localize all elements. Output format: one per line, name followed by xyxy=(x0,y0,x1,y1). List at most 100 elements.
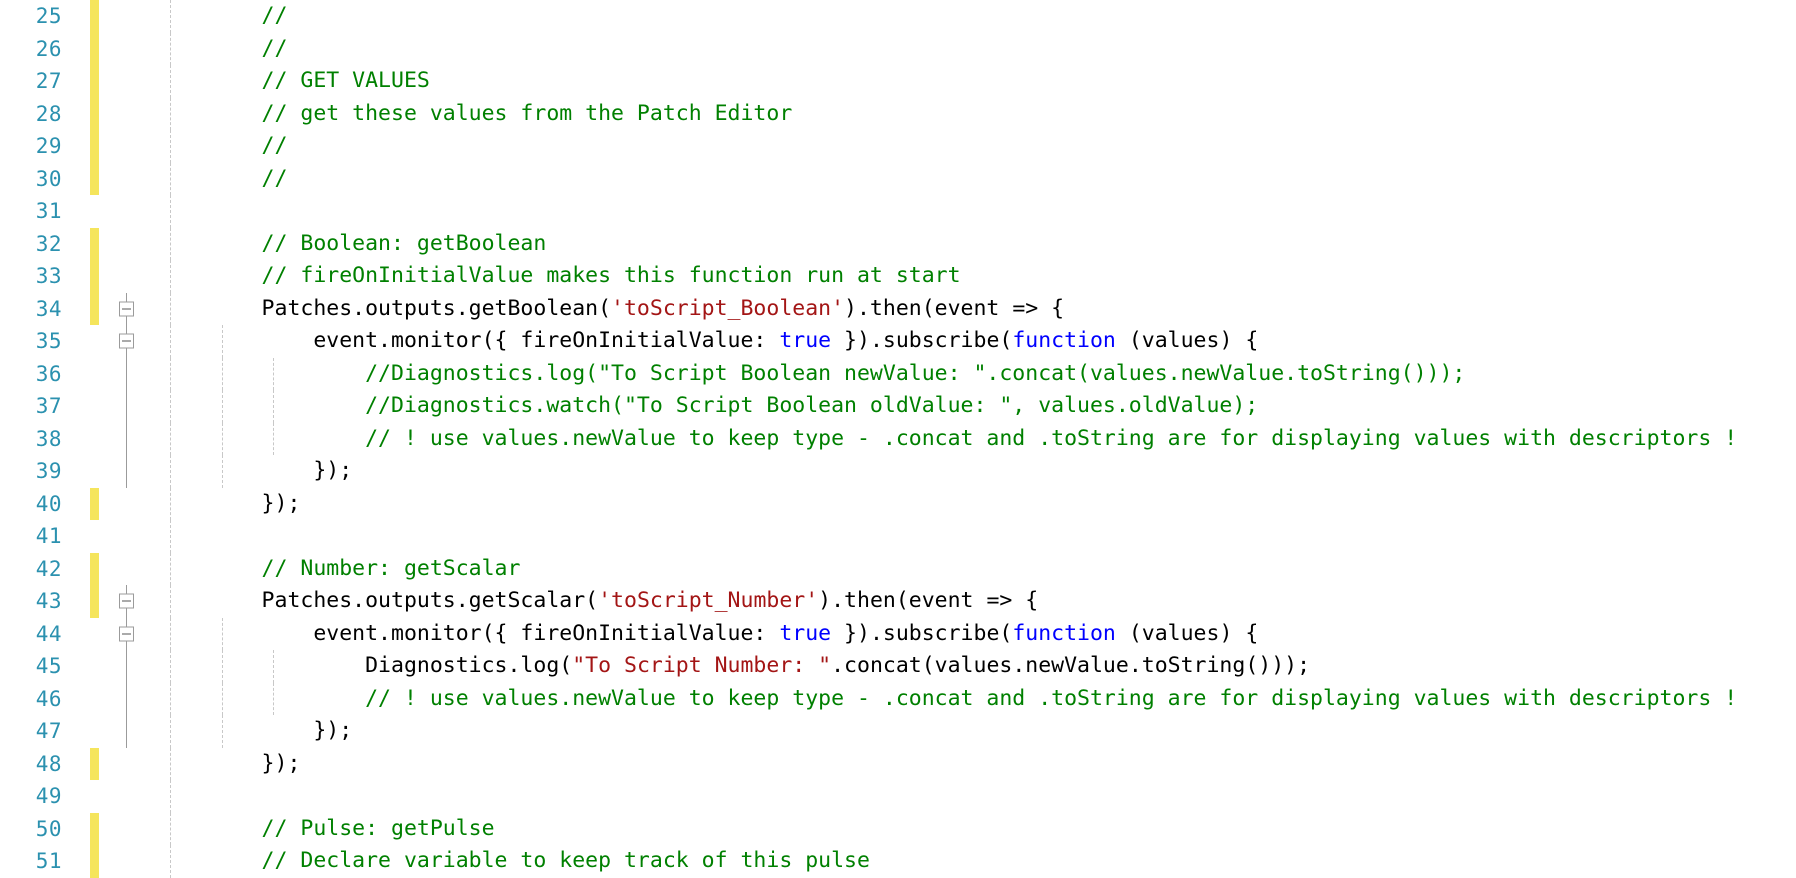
code-line-content[interactable]: }); xyxy=(148,455,1796,488)
fold-guide-line xyxy=(126,195,127,228)
code-line-row[interactable]: 49 xyxy=(0,780,1796,813)
code-line-row[interactable]: 35 event.monitor({ fireOnInitialValue: t… xyxy=(0,325,1796,358)
code-line-row[interactable]: 28 // get these values from the Patch Ed… xyxy=(0,97,1796,130)
code-line-row[interactable]: 48 }); xyxy=(0,747,1796,781)
code-lines-container[interactable]: 25 // 26 //27 // GET VALUES 28 // get the… xyxy=(0,0,1796,878)
code-line-row[interactable]: 36 //Diagnostics.log("To Script Boolean … xyxy=(0,357,1796,390)
editor-gutter[interactable]: 28 xyxy=(0,97,148,130)
editor-gutter[interactable]: 35 xyxy=(0,325,148,358)
editor-gutter[interactable]: 38 xyxy=(0,422,148,456)
code-line-content[interactable]: event.monitor({ fireOnInitialValue: true… xyxy=(148,617,1796,650)
code-line-content[interactable]: // Boolean: getBoolean xyxy=(148,227,1796,260)
editor-gutter[interactable]: 37 xyxy=(0,390,148,423)
editor-gutter[interactable]: 33 xyxy=(0,260,148,293)
fold-guide-line xyxy=(126,748,127,781)
code-line-row[interactable]: 44 event.monitor({ fireOnInitialValue: t… xyxy=(0,617,1796,650)
editor-gutter[interactable]: 44 xyxy=(0,617,148,650)
code-line-content[interactable]: // Pulse: getPulse xyxy=(148,812,1796,845)
editor-gutter[interactable]: 30 xyxy=(0,162,148,195)
fold-guide-line xyxy=(126,813,127,846)
code-line-content[interactable]: // get these values from the Patch Edito… xyxy=(148,97,1796,130)
fold-guide-line xyxy=(126,845,127,878)
code-line-content[interactable]: // ! use values.newValue to keep type - … xyxy=(148,682,1796,715)
code-line-content[interactable]: Patches.outputs.getScalar('toScript_Numb… xyxy=(148,585,1796,618)
code-editor[interactable]: 25 // 26 //27 // GET VALUES 28 // get the… xyxy=(0,0,1796,878)
fold-collapse-icon[interactable] xyxy=(119,301,134,317)
editor-gutter[interactable]: 42 xyxy=(0,552,148,585)
code-line-content[interactable] xyxy=(148,520,1796,553)
fold-collapse-icon[interactable] xyxy=(119,333,134,349)
editor-gutter[interactable]: 32 xyxy=(0,227,148,261)
editor-gutter[interactable]: 29 xyxy=(0,130,148,163)
code-line-content[interactable]: // fireOnInitialValue makes this functio… xyxy=(148,260,1796,293)
code-line-row[interactable]: 47 }); xyxy=(0,715,1796,748)
code-line-row[interactable]: 34 Patches.outputs.getBoolean('toScript_… xyxy=(0,292,1796,325)
fold-collapse-icon[interactable] xyxy=(119,626,134,642)
editor-gutter[interactable]: 45 xyxy=(0,650,148,683)
code-line-content[interactable]: }); xyxy=(148,715,1796,748)
code-text: // xyxy=(158,133,288,158)
code-line-content[interactable]: // Number: getScalar xyxy=(148,552,1796,585)
line-number: 31 xyxy=(35,199,62,223)
code-line-row[interactable]: 43 Patches.outputs.getScalar('toScript_N… xyxy=(0,585,1796,618)
code-line-content[interactable] xyxy=(148,780,1796,813)
editor-gutter[interactable]: 46 xyxy=(0,682,148,715)
code-line-row[interactable]: 33 // fireOnInitialValue makes this func… xyxy=(0,260,1796,293)
code-line-content[interactable]: // xyxy=(148,130,1796,163)
code-line-content[interactable]: // xyxy=(148,162,1796,195)
code-line-row[interactable]: 45 Diagnostics.log("To Script Number: ".… xyxy=(0,650,1796,683)
code-line-row[interactable]: 41 xyxy=(0,520,1796,553)
code-line-content[interactable]: //Diagnostics.log("To Script Boolean new… xyxy=(148,357,1796,390)
code-line-content[interactable]: // Declare variable to keep track of thi… xyxy=(148,845,1796,878)
editor-gutter[interactable]: 40 xyxy=(0,487,148,520)
fold-guide-line xyxy=(126,228,127,261)
code-line-row[interactable]: 37 //Diagnostics.watch("To Script Boolea… xyxy=(0,390,1796,423)
code-line-content[interactable]: }); xyxy=(148,487,1796,520)
change-bar-modified xyxy=(90,162,99,195)
editor-gutter[interactable]: 49 xyxy=(0,780,148,813)
token-string: 'toScript_Number' xyxy=(598,588,819,613)
editor-gutter[interactable]: 27 xyxy=(0,65,148,98)
code-line-content[interactable]: // xyxy=(148,0,1796,33)
code-line-row[interactable]: 42 // Number: getScalar xyxy=(0,552,1796,585)
editor-gutter[interactable]: 47 xyxy=(0,715,148,748)
code-line-row[interactable]: 26 // xyxy=(0,32,1796,65)
editor-gutter[interactable]: 26 xyxy=(0,32,148,65)
code-line-row[interactable]: 27 // GET VALUES xyxy=(0,65,1796,98)
code-line-row[interactable]: 30 // xyxy=(0,162,1796,195)
editor-gutter[interactable]: 34 xyxy=(0,292,148,325)
editor-gutter[interactable]: 25 xyxy=(0,0,148,33)
editor-gutter[interactable]: 43 xyxy=(0,585,148,618)
code-line-content[interactable]: // ! use values.newValue to keep type - … xyxy=(148,422,1796,455)
code-line-content[interactable]: }); xyxy=(148,747,1796,780)
code-line-content[interactable]: //Diagnostics.watch("To Script Boolean o… xyxy=(148,390,1796,423)
editor-gutter[interactable]: 31 xyxy=(0,195,148,228)
code-line-row[interactable]: 32 // Boolean: getBoolean xyxy=(0,227,1796,261)
code-line-row[interactable]: 50 // Pulse: getPulse xyxy=(0,812,1796,846)
token-plain: ).then(event => { xyxy=(844,295,1065,321)
editor-gutter[interactable]: 36 xyxy=(0,357,148,390)
code-line-row[interactable]: 51 // Declare variable to keep track of … xyxy=(0,845,1796,878)
code-line-content[interactable] xyxy=(148,195,1796,228)
editor-gutter[interactable]: 51 xyxy=(0,845,148,878)
code-line-row[interactable]: 29 // xyxy=(0,130,1796,163)
code-line-row[interactable]: 40 }); xyxy=(0,487,1796,520)
fold-collapse-icon[interactable] xyxy=(119,593,134,609)
code-line-row[interactable]: 46 // ! use values.newValue to keep type… xyxy=(0,682,1796,715)
editor-gutter[interactable]: 39 xyxy=(0,455,148,488)
editor-gutter[interactable]: 50 xyxy=(0,812,148,846)
fold-guide-line xyxy=(126,650,127,683)
code-line-content[interactable]: // GET VALUES xyxy=(148,65,1796,98)
code-line-content[interactable]: Patches.outputs.getBoolean('toScript_Boo… xyxy=(148,292,1796,325)
code-line-row[interactable]: 39 }); xyxy=(0,455,1796,488)
code-line-content[interactable]: event.monitor({ fireOnInitialValue: true… xyxy=(148,325,1796,358)
editor-gutter[interactable]: 41 xyxy=(0,520,148,553)
change-bar-empty xyxy=(90,423,99,456)
code-line-content[interactable]: // xyxy=(148,32,1796,65)
code-line-content[interactable]: Diagnostics.log("To Script Number: ".con… xyxy=(148,650,1796,683)
code-line-row[interactable]: 25 // xyxy=(0,0,1796,33)
code-line-row[interactable]: 38 // ! use values.newValue to keep type… xyxy=(0,422,1796,456)
code-line-row[interactable]: 31 xyxy=(0,195,1796,228)
editor-gutter[interactable]: 48 xyxy=(0,747,148,781)
token-comment: // xyxy=(158,165,288,191)
